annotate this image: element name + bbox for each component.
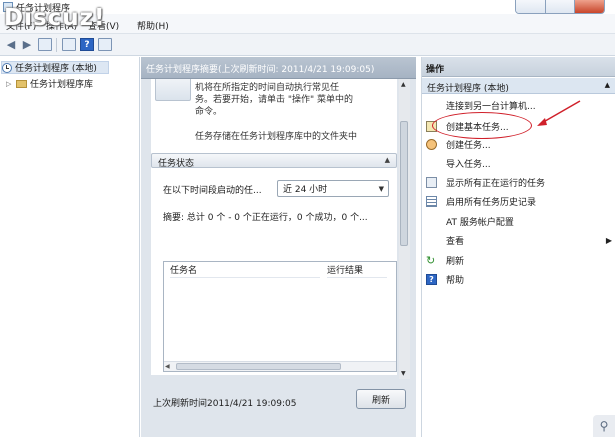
minimize-button[interactable] — [516, 0, 546, 13]
action-label: 查看 — [446, 236, 465, 247]
action-connect-computer[interactable]: 连接到另一台计算机... — [422, 96, 615, 114]
action-help[interactable]: ? 帮助 — [422, 270, 615, 288]
collapse-arrow-icon[interactable]: ▲ — [605, 81, 610, 89]
back-arrow-icon[interactable]: ◀ — [4, 38, 18, 51]
summary-header-text: 任务计划程序摘要(上次刷新时间: 2011/4/21 19:09:05) — [146, 65, 375, 75]
action-label: 帮助 — [446, 275, 465, 286]
blank-icon — [426, 235, 437, 246]
task-table: 任务名 运行结果 ◀ — [163, 261, 397, 372]
task-status-header[interactable]: 任务状态 ▲ — [151, 153, 397, 169]
overview-line: 务。若要开始，请单击 "操作" 菜单中的 — [195, 95, 354, 105]
annotation-circle — [432, 112, 532, 139]
history-icon — [426, 195, 437, 207]
maximize-button[interactable] — [545, 0, 576, 13]
tree-item-library[interactable]: ▷ 任务计划程序库 — [6, 77, 93, 90]
action-show-running-tasks[interactable]: 显示所有正在运行的任务 — [422, 173, 615, 191]
action-label: 创建任务... — [446, 140, 491, 151]
folder-icon — [16, 79, 27, 88]
refresh-button[interactable]: 刷新 — [356, 389, 406, 409]
tree-item-local[interactable]: 任务计划程序 (本地) — [1, 61, 109, 74]
actions-header: 操作 — [422, 57, 615, 77]
toolbar: ◀ ▶ ? — [0, 34, 615, 56]
action-refresh[interactable]: ↻ 刷新 — [422, 251, 615, 269]
horizontal-scrollbar[interactable]: ◀ — [164, 361, 396, 371]
action-enable-history[interactable]: 启用所有任务历史记录 — [422, 192, 615, 210]
refresh-icon: ↻ — [426, 253, 436, 267]
overview-section: 机将在所指定的时间自动执行常见任 务。若要开始，请单击 "操作" 菜单中的 命令… — [151, 79, 397, 149]
overview-icon — [155, 79, 191, 101]
overview-line: 机将在所指定的时间自动执行常见任 — [195, 83, 340, 93]
help-icon[interactable]: ? — [80, 38, 94, 51]
submenu-arrow-icon: ▶ — [605, 235, 612, 245]
action-label: 导入任务... — [446, 159, 491, 170]
action-label: 连接到另一台计算机... — [446, 101, 536, 112]
forward-arrow-icon[interactable]: ▶ — [20, 38, 34, 51]
column-header-task-name[interactable]: 任务名 — [170, 262, 320, 278]
overview-text-2: 任务存储在任务计划程序库中的文件夹中 — [195, 132, 358, 142]
create-task-icon — [426, 138, 437, 150]
actions-header-text: 操作 — [426, 65, 445, 75]
scroll-down-icon[interactable]: ▼ — [401, 370, 406, 377]
scroll-up-icon[interactable]: ▲ — [401, 81, 406, 88]
window-controls — [515, 0, 605, 14]
watermark-logo: Discuz! — [4, 5, 106, 31]
scroll-left-icon[interactable]: ◀ — [165, 363, 170, 370]
summary-footer: 上次刷新时间2011/4/21 19:09:05 刷新 — [141, 380, 416, 437]
time-filter-label: 在以下时间段启动的任... — [163, 186, 262, 196]
action-label: AT 服务帐户配置 — [446, 217, 514, 228]
expand-arrow-icon[interactable]: ▷ — [6, 80, 14, 88]
tree-item-label: 任务计划程序库 — [30, 80, 94, 90]
summary-header: 任务计划程序摘要(上次刷新时间: 2011/4/21 19:09:05) — [141, 57, 416, 79]
time-filter-value: 近 24 小时 — [283, 185, 328, 195]
actions-group-header[interactable]: 任务计划程序 (本地) ▲ — [422, 78, 615, 94]
overview-line: 命令。 — [195, 107, 223, 117]
blank-icon — [426, 100, 437, 111]
summary-pane: 任务计划程序摘要(上次刷新时间: 2011/4/21 19:09:05) 机将在… — [141, 57, 416, 437]
running-tasks-icon — [426, 176, 437, 188]
scroll-thumb[interactable] — [176, 363, 341, 370]
blank-icon — [426, 158, 437, 169]
overview-text: 机将在所指定的时间自动执行常见任 务。若要开始，请单击 "操作" 菜单中的 命令… — [195, 82, 375, 118]
last-refresh-text: 上次刷新时间2011/4/21 19:09:05 — [153, 399, 297, 409]
action-import-task[interactable]: 导入任务... — [422, 154, 615, 172]
tree-item-label: 任务计划程序 (本地) — [15, 64, 97, 74]
annotation-arrow — [537, 100, 581, 126]
vertical-scrollbar[interactable]: ▲ ▼ — [399, 79, 410, 379]
action-create-task[interactable]: 创建任务... — [422, 135, 615, 153]
action-label: 启用所有任务历史记录 — [446, 197, 537, 208]
action-label: 显示所有正在运行的任务 — [446, 178, 546, 189]
navigation-tree: 任务计划程序 (本地) ▷ 任务计划程序库 — [0, 57, 140, 437]
toolbar-separator — [56, 38, 57, 52]
task-status-title: 任务状态 — [158, 159, 195, 169]
help-icon: ? — [426, 273, 437, 285]
close-button[interactable] — [575, 0, 604, 13]
task-status-section: 任务状态 ▲ 在以下时间段启动的任... 近 24 小时 ▼ 摘要: 总计 0 … — [151, 149, 397, 375]
show-hide-tree-icon[interactable] — [38, 38, 52, 51]
actions-group-label: 任务计划程序 (本地) — [427, 84, 509, 94]
clock-icon — [2, 62, 12, 73]
column-header-run-result[interactable]: 运行结果 — [327, 262, 387, 278]
status-summary: 摘要: 总计 0 个 - 0 个正在运行，0 个成功，0 个... — [163, 213, 368, 223]
collapse-arrow-icon[interactable]: ▲ — [385, 156, 390, 164]
action-view[interactable]: 查看 ▶ — [422, 231, 615, 249]
time-filter-dropdown[interactable]: 近 24 小时 ▼ — [277, 180, 389, 197]
menu-help[interactable]: 帮助(H) — [137, 19, 169, 32]
dropdown-arrow-icon: ▼ — [378, 185, 384, 193]
properties-icon[interactable] — [62, 38, 76, 51]
search-icon: ⚲ — [593, 415, 615, 437]
action-label: 刷新 — [446, 256, 465, 267]
show-hide-action-pane-icon[interactable] — [98, 38, 112, 51]
scroll-thumb[interactable] — [400, 121, 408, 246]
blank-icon — [426, 216, 437, 227]
action-at-service-config[interactable]: AT 服务帐户配置 — [422, 212, 615, 230]
